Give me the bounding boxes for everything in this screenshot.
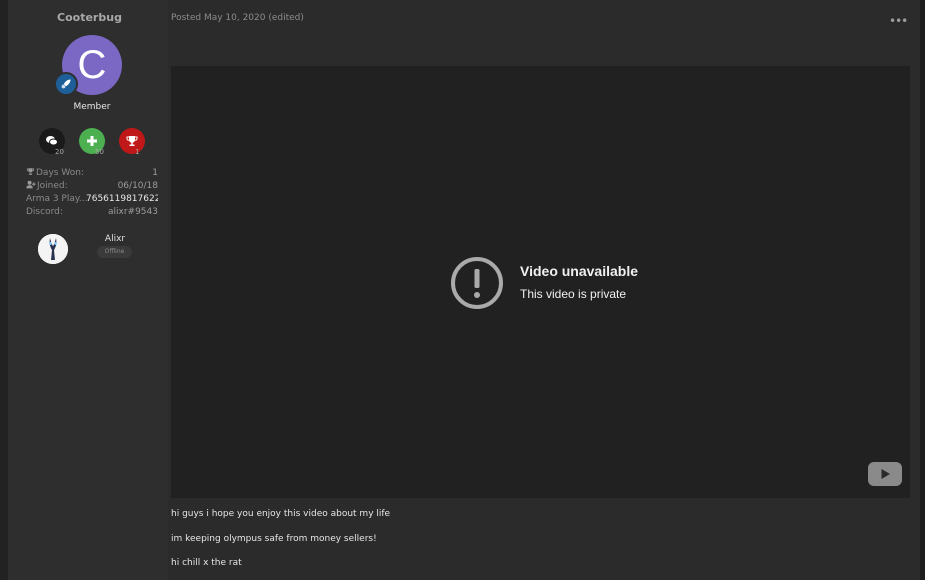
- field-joined: Joined: 06/10/18: [26, 180, 158, 192]
- video-subtitle: This video is private: [520, 287, 627, 301]
- posts-stat[interactable]: 20: [39, 128, 65, 156]
- field-arma3: Arma 3 Play... 7656119817622...: [26, 193, 158, 205]
- days-won-count: 1: [135, 148, 140, 156]
- author-sidebar: Cooterbug C Member 20 50 1 Days Won: 1 J…: [8, 0, 168, 580]
- author-username[interactable]: Cooterbug: [8, 11, 171, 24]
- reputation-count: 50: [95, 148, 104, 156]
- field-label-joined: Joined:: [37, 181, 68, 191]
- youtube-logo-icon[interactable]: [868, 462, 902, 486]
- post-paragraph: hi chill x the rat: [171, 558, 242, 568]
- comments-icon: [46, 136, 58, 146]
- alert-icon: [451, 257, 503, 309]
- more-options-icon[interactable]: •••: [889, 14, 908, 28]
- field-value-days-won: 1: [152, 168, 158, 178]
- friend-status-badge: Offline: [97, 246, 132, 258]
- user-plus-icon: [26, 180, 36, 189]
- field-days-won: Days Won: 1: [26, 167, 158, 179]
- field-value-joined: 06/10/18: [117, 181, 158, 191]
- posts-count: 20: [55, 148, 64, 156]
- plus-icon: [87, 136, 97, 146]
- field-label-arma3: Arma 3 Play...: [26, 194, 88, 204]
- trophy-icon: [126, 136, 138, 146]
- rocket-icon: [54, 72, 78, 96]
- post-paragraph: hi guys i hope you enjoy this video abou…: [171, 509, 391, 519]
- field-value-arma3: 7656119817622...: [86, 194, 158, 204]
- page-edge-left: [0, 0, 8, 580]
- field-discord: Discord: alixr#9543: [26, 206, 158, 218]
- embedded-video[interactable]: Video unavailable This video is private: [171, 66, 910, 498]
- reputation-stat[interactable]: 50: [79, 128, 105, 156]
- post-paragraph: im keeping olympus safe from money selle…: [171, 534, 377, 544]
- days-won-stat[interactable]: 1: [119, 128, 145, 156]
- post-meta[interactable]: Posted May 10, 2020 (edited): [171, 13, 304, 23]
- friend-avatar[interactable]: [38, 234, 68, 264]
- trophy-icon: [26, 168, 35, 175]
- page-edge-right: [920, 0, 925, 580]
- field-label-discord: Discord:: [26, 207, 63, 217]
- friend-name[interactable]: Alixr: [100, 234, 130, 244]
- video-title: Video unavailable: [520, 263, 639, 279]
- author-group: Member: [73, 102, 111, 112]
- field-label-days-won: Days Won:: [36, 168, 84, 178]
- field-value-discord: alixr#9543: [108, 207, 158, 217]
